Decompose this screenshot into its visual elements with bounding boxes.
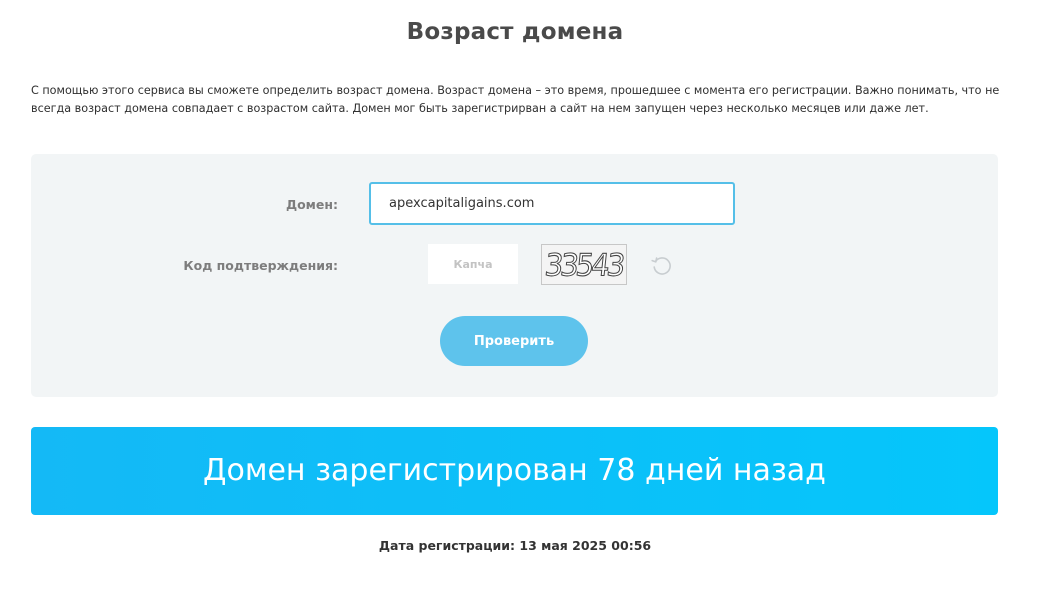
captcha-image: 33543 [541,244,627,285]
refresh-icon[interactable] [649,252,675,278]
domain-input[interactable] [369,182,735,225]
captcha-code: 33543 [543,247,625,284]
registration-date: Дата регистрации: 13 мая 2025 00:56 [378,538,652,553]
captcha-label: Код подтверждения: [183,258,338,273]
page-title: Возраст домена [406,19,624,45]
domain-check-form: Домен: Код подтверждения: 33543 Проверит… [31,154,998,397]
captcha-input[interactable] [428,244,518,284]
result-banner: Домен зарегистрирован 78 дней назад [31,427,998,515]
check-button[interactable]: Проверить [440,316,588,366]
page-description: С помощью этого сервиса вы сможете опред… [31,84,1000,115]
result-message: Домен зарегистрирован 78 дней назад [203,453,826,488]
domain-label: Домен: [285,197,338,212]
